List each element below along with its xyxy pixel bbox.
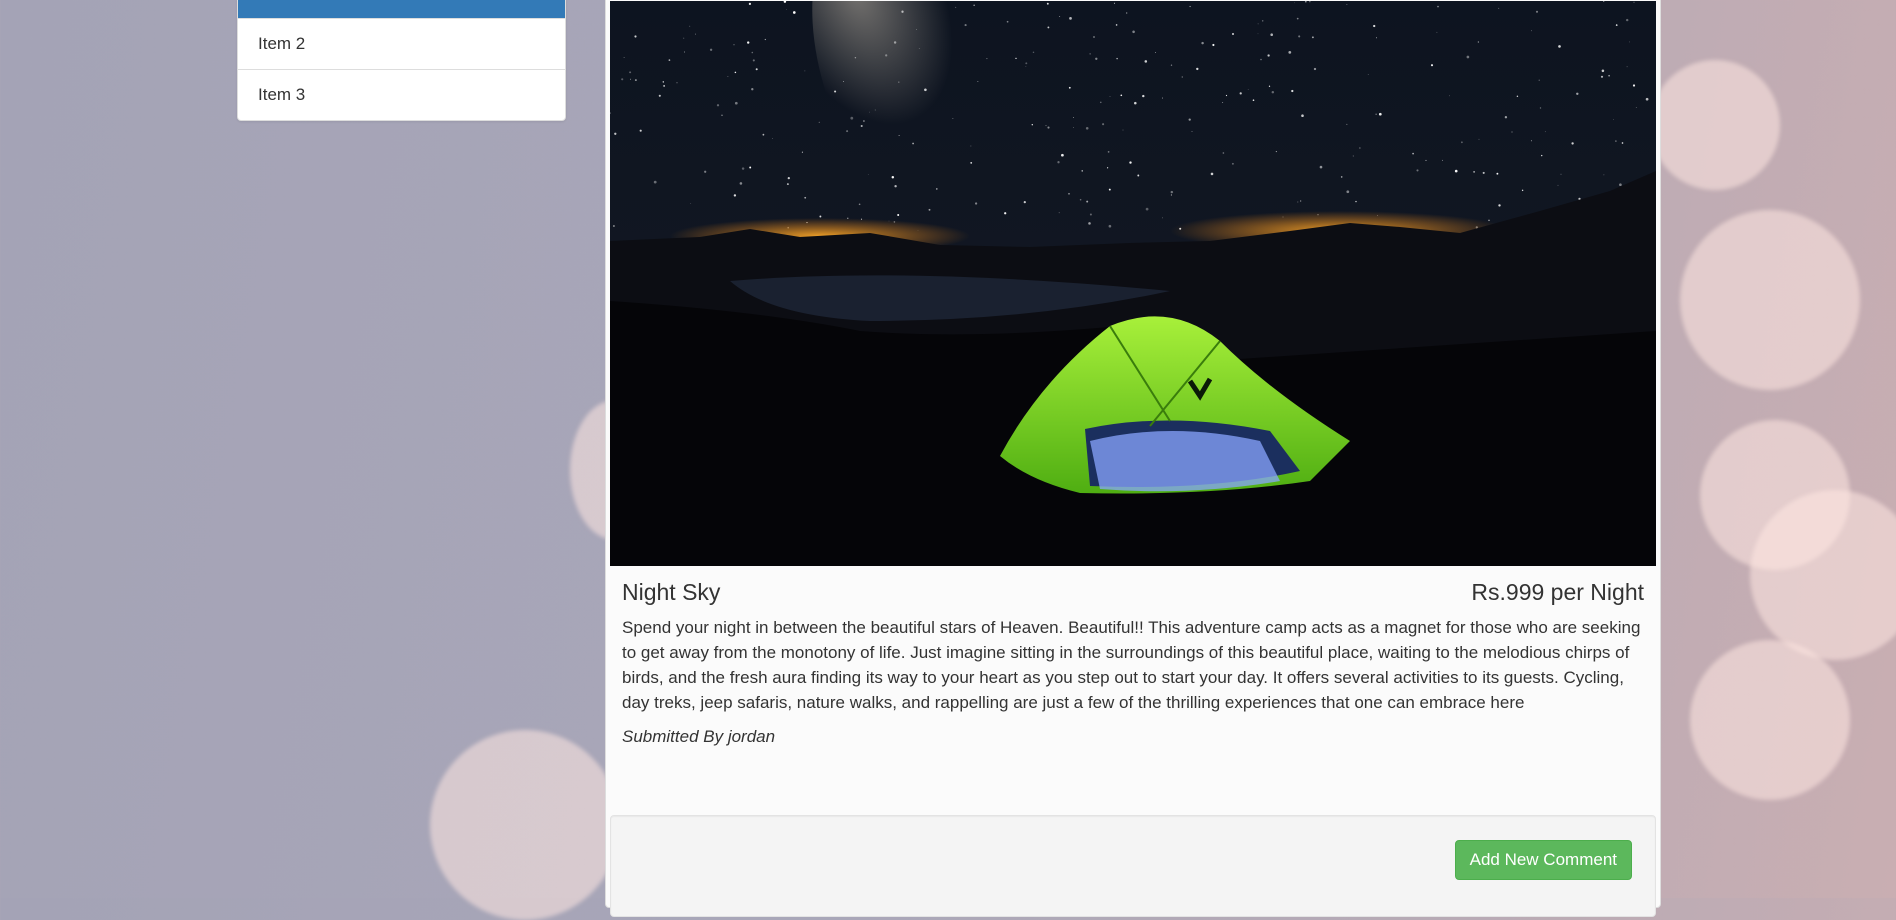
campground-name: Night Sky xyxy=(622,579,721,605)
sidebar-item-3[interactable]: Item 3 xyxy=(238,69,565,120)
background-bokeh xyxy=(430,730,620,920)
campground-caption: Night Sky Rs.999 per Night Spend your ni… xyxy=(622,579,1644,747)
background-bokeh xyxy=(1650,60,1780,190)
sidebar-item-1[interactable] xyxy=(238,0,565,18)
campground-card: Night Sky Rs.999 per Night Spend your ni… xyxy=(605,0,1661,917)
campground-price: Rs.999 per Night xyxy=(1471,579,1644,605)
background-bokeh xyxy=(1690,640,1850,800)
sidebar-list: Item 2 Item 3 xyxy=(237,0,566,121)
campground-description: Spend your night in between the beautifu… xyxy=(622,618,1641,712)
sidebar-item-2[interactable]: Item 2 xyxy=(238,18,565,69)
add-comment-button[interactable]: Add New Comment xyxy=(1454,840,1632,880)
submitted-by: Submitted By jordan xyxy=(622,727,776,746)
comments-section: Add New Comment xyxy=(610,815,1656,917)
background-bokeh xyxy=(1680,210,1860,390)
campground-image xyxy=(610,1,1656,566)
